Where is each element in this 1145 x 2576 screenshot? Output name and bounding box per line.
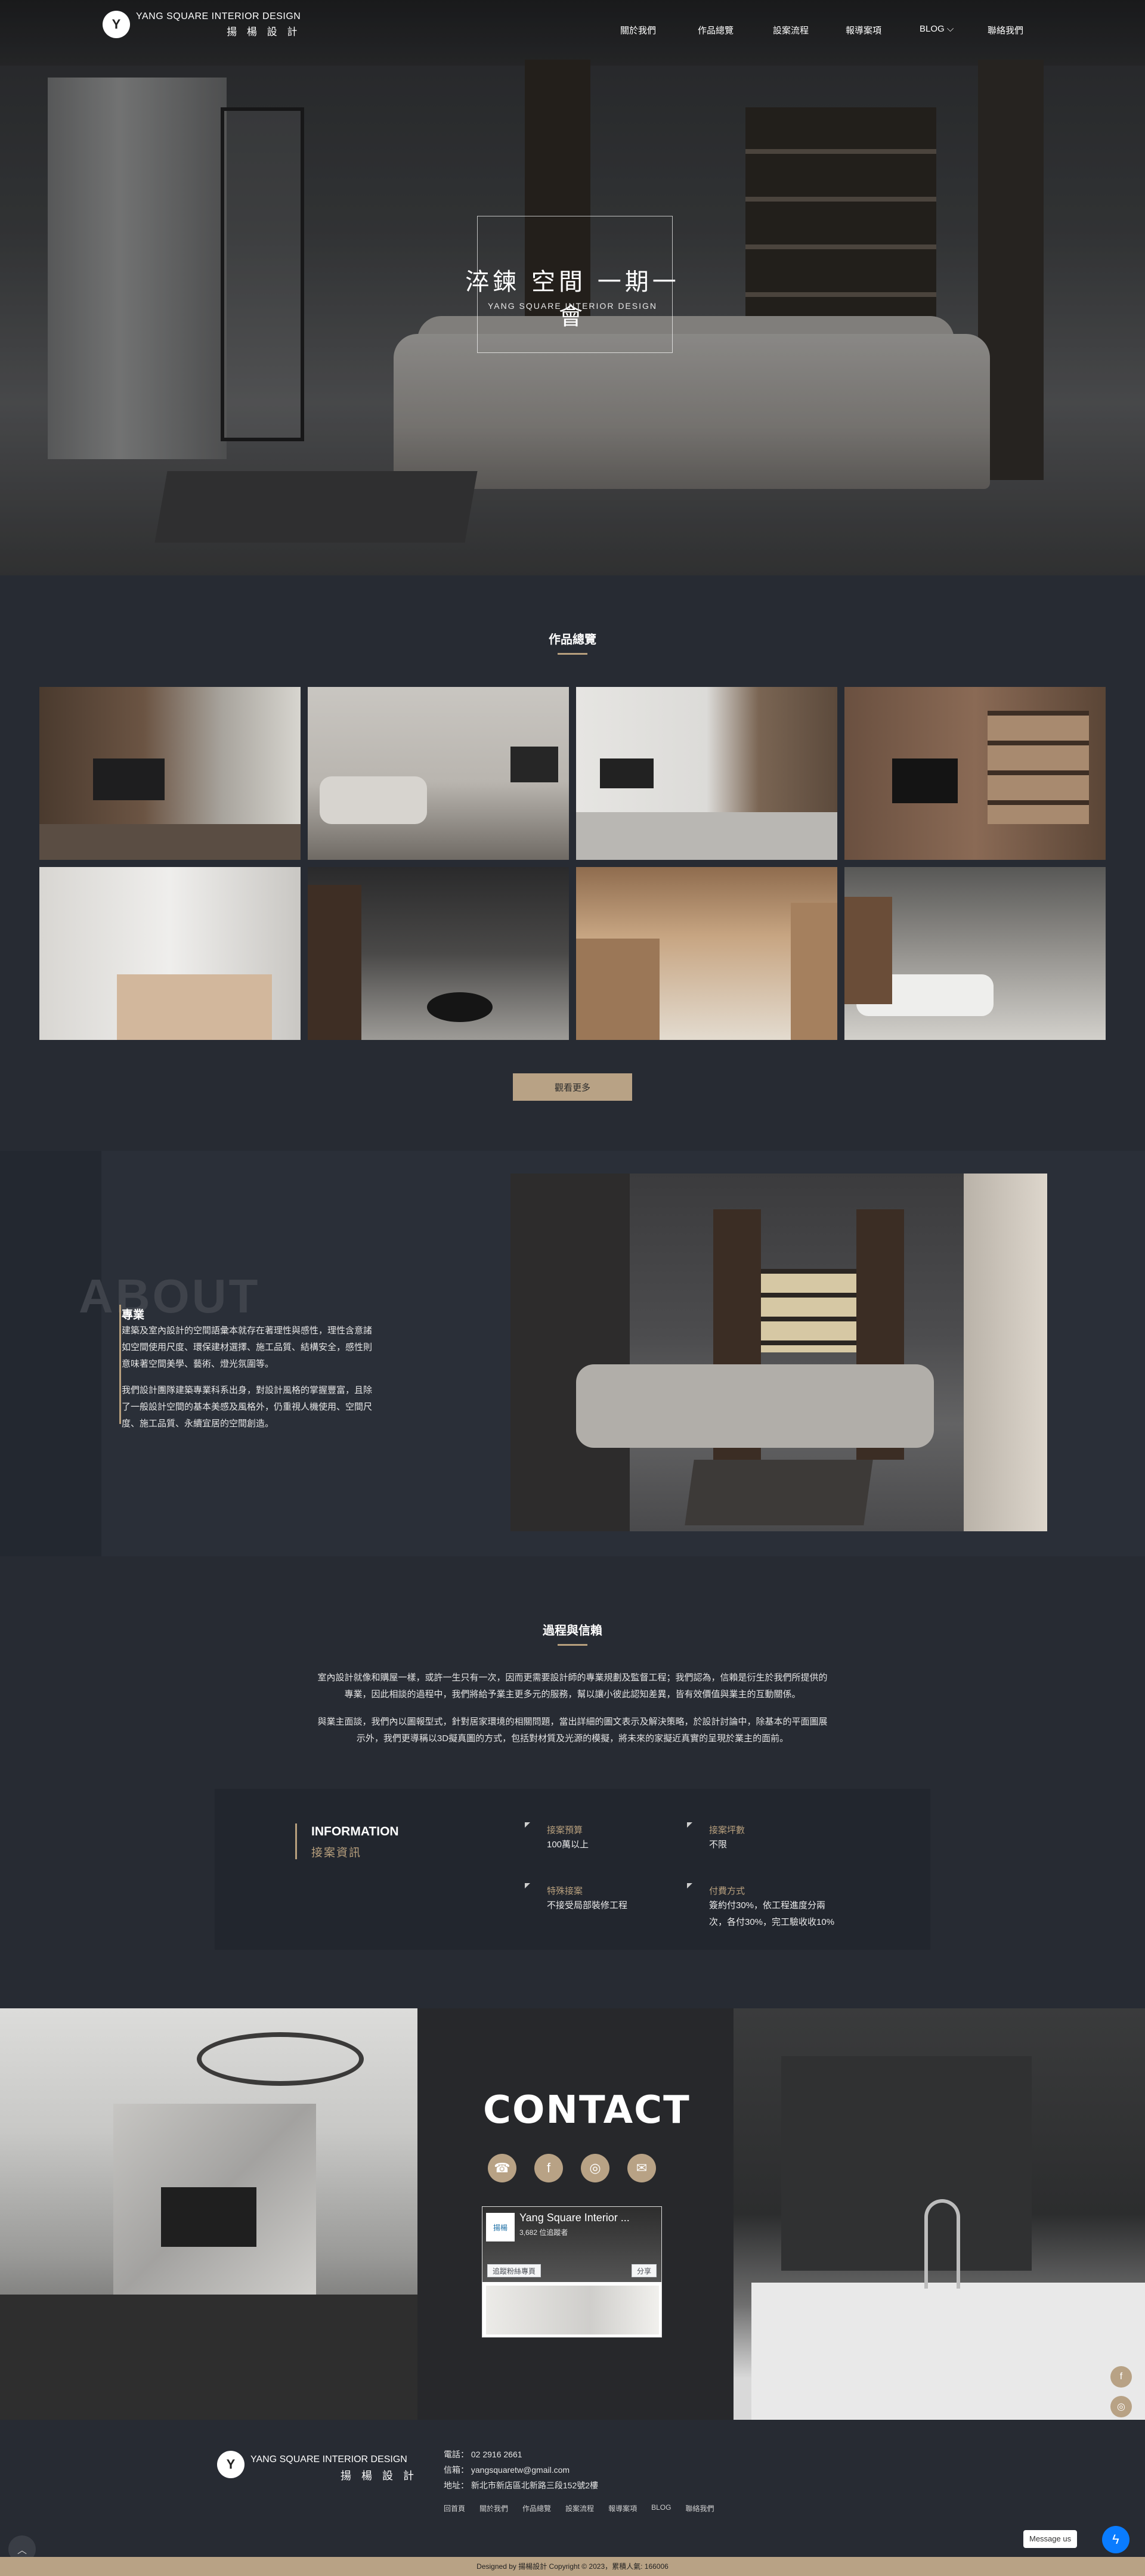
work-thumb[interactable]: [308, 687, 569, 860]
info-value-payment: 簽約付30%，依工程進度分兩 次，各付30%，完工驗收收10%: [709, 1900, 835, 1927]
corner-marker-icon: [525, 1822, 530, 1828]
about-paragraph-1: 建築及室內設計的空間語彙本就存在著理性與感性，理性含意諸 如空間使用尺度、環保建…: [122, 1326, 373, 1369]
fb-post-image[interactable]: [486, 2286, 659, 2334]
works-title-underline: [558, 653, 587, 655]
nav-item-process[interactable]: 設案流程: [773, 24, 809, 36]
info-heading-zh: 接案資訊: [311, 1847, 362, 1859]
fb-followers: 3,682 位追蹤者: [519, 2228, 568, 2237]
facebook-page-widget[interactable]: 揚楊 Yang Square Interior ... 3,682 位追蹤者 追…: [482, 2206, 662, 2337]
info-label-area: 接案坪數: [709, 1825, 745, 1835]
messenger-icon[interactable]: ϟ: [1102, 2526, 1129, 2553]
work-thumb[interactable]: [576, 687, 837, 860]
view-more-button[interactable]: 觀看更多: [513, 1073, 632, 1101]
works-title: 作品總覽: [549, 633, 596, 646]
fb-share-button[interactable]: 分享: [631, 2264, 657, 2277]
footer-link-about[interactable]: 關於我們: [479, 2503, 508, 2513]
logo-mark-icon: Y: [103, 11, 130, 38]
work-thumb[interactable]: [844, 687, 1106, 860]
phone-icon[interactable]: ☎: [488, 2154, 516, 2182]
footer-link-home[interactable]: 回首頁: [444, 2503, 465, 2513]
work-thumb[interactable]: [308, 867, 569, 1040]
nav-item-works[interactable]: 作品總覽: [698, 24, 734, 36]
email-icon[interactable]: ✉: [627, 2154, 656, 2182]
process-paragraph-1: 室內設計就像和購屋一樣，或許一生只有一次，因而更需要設計師的專業規劃及監督工程；…: [317, 1673, 828, 1699]
facebook-icon[interactable]: f: [534, 2154, 563, 2182]
hero-subtitle: YANG SQUARE INTERIOR DESIGN: [488, 301, 657, 311]
footer-link-blog[interactable]: BLOG: [651, 2503, 671, 2513]
work-thumb[interactable]: [576, 867, 837, 1040]
footer-address: 地址： 新北市新店區北新路三段152號2樓: [444, 2481, 599, 2490]
footer-logo-text-en: YANG SQUARE INTERIOR DESIGN: [250, 2454, 407, 2464]
work-thumb[interactable]: [39, 687, 301, 860]
info-value-area: 不限: [709, 1840, 728, 1850]
footer: [0, 2420, 1145, 2564]
corner-marker-icon: [687, 1883, 692, 1888]
footer-phone[interactable]: 電話： 02 2916 2661: [444, 2448, 522, 2460]
footer-link-works[interactable]: 作品總覽: [522, 2503, 551, 2513]
messenger-label[interactable]: Message us: [1023, 2530, 1078, 2548]
info-label-budget: 接案預算: [547, 1825, 583, 1835]
contact-image-left: [0, 2008, 417, 2420]
process-paragraph-2: 與業主面談，我們內以圖報型式，針對居家環境的相關問題，當出詳細的圖文表示及解決策…: [317, 1717, 828, 1744]
info-value-special: 不接受局部裝修工程: [547, 1900, 628, 1911]
footer-links: 回首頁 關於我們 作品總覽 設案流程 報導案項 BLOG 聯絡我們: [444, 2503, 714, 2513]
footer-email[interactable]: 信箱： yangsquaretw@gmail.com: [444, 2464, 570, 2476]
footer-link-process[interactable]: 設案流程: [565, 2503, 594, 2513]
nav-item-about[interactable]: 關於我們: [620, 24, 656, 36]
side-instagram-icon[interactable]: ◎: [1110, 2396, 1132, 2417]
hero-title: 淬鍊 空間 一期一會: [465, 268, 680, 330]
info-label-payment: 付費方式: [709, 1886, 745, 1896]
contact-image-right: [734, 2008, 1145, 2420]
fb-follow-button[interactable]: 追蹤粉絲專頁: [487, 2264, 541, 2277]
nav-item-blog[interactable]: BLOG ⌵: [920, 24, 954, 34]
info-heading-en: INFORMATION: [311, 1825, 399, 1838]
corner-marker-icon: [525, 1883, 530, 1888]
logo-text-zh: 揚 楊 設 計: [227, 26, 301, 38]
logo-text-en: YANG SQUARE INTERIOR DESIGN: [136, 11, 301, 21]
footer-logo-icon[interactable]: Y: [217, 2451, 245, 2478]
work-thumb[interactable]: [39, 867, 301, 1040]
process-title-underline: [558, 1644, 587, 1646]
fb-page-logo: 揚楊: [486, 2213, 515, 2241]
about-accent-bar: [119, 1305, 121, 1424]
info-accent-bar: [295, 1823, 297, 1859]
footer-link-reports[interactable]: 報導案項: [608, 2503, 637, 2513]
instagram-icon[interactable]: ◎: [581, 2154, 609, 2182]
corner-marker-icon: [687, 1822, 692, 1828]
process-title: 過程與信賴: [543, 1624, 602, 1637]
nav-item-reports[interactable]: 報導案項: [846, 24, 881, 36]
footer-logo-text-zh: 揚 楊 設 計: [340, 2470, 417, 2482]
copyright: Designed by 揚楊設計 Copyright © 2023，累積人氣: …: [0, 2557, 1145, 2576]
about-image: [510, 1174, 1047, 1531]
info-value-budget: 100萬以上: [547, 1840, 589, 1850]
contact-title: CONTACT: [483, 2088, 691, 2132]
fb-page-name[interactable]: Yang Square Interior ...: [519, 2212, 630, 2224]
footer-link-contact[interactable]: 聯絡我們: [685, 2503, 714, 2513]
about-heading: 專業: [122, 1309, 145, 1321]
about-paragraph-2: 我們設計團隊建築專業科系出身，對設計風格的掌握豐富，且除 了一般設計空間的基本美…: [122, 1385, 373, 1429]
site-logo[interactable]: Y YANG SQUARE INTERIOR DESIGN 揚 楊 設 計: [103, 11, 301, 38]
info-label-special: 特殊接案: [547, 1886, 583, 1896]
about-watermark: ABOUT: [79, 1270, 261, 1323]
nav-item-contact[interactable]: 聯絡我們: [988, 24, 1023, 36]
chevron-down-icon: ⌵: [946, 24, 954, 34]
side-facebook-icon[interactable]: f: [1110, 2366, 1132, 2388]
work-thumb[interactable]: [844, 867, 1106, 1040]
